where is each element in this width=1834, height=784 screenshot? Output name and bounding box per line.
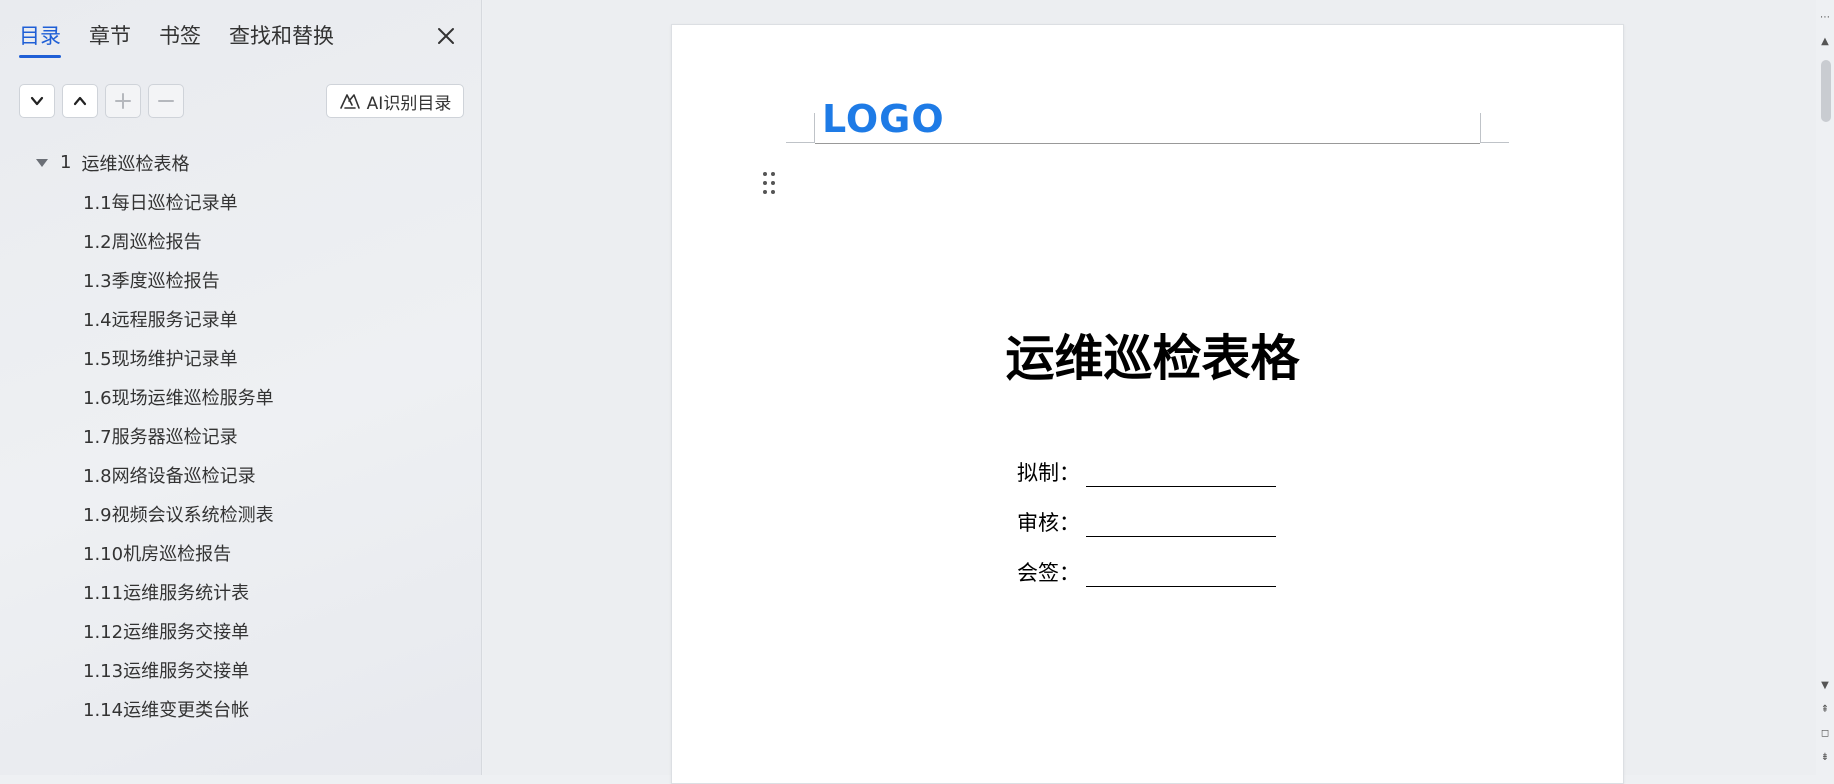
toc-item[interactable]: 1.1每日巡检记录单 [0,182,480,221]
header-logo: LOGO [822,97,945,141]
toc-item-root[interactable]: 1 运维巡检表格 [0,143,480,182]
sign-field-label: 审核： [1017,511,1080,535]
toc-item[interactable]: 1.10机房巡检报告 [0,533,480,572]
toc-item[interactable]: 1.13运维服务交接单 [0,650,480,689]
vertical-scrollbar[interactable]: ⋯ ▲ ▼ ⇞ ◻ ⇟ [1816,0,1834,775]
toc-item[interactable]: 1.4远程服务记录单 [0,299,480,338]
close-pane-button[interactable] [432,22,460,50]
sign-field-line[interactable] [1086,461,1276,487]
toc-root-label: 运维巡检表格 [81,153,190,175]
toc-item[interactable]: 1.9视频会议系统检测表 [0,494,480,533]
ai-recognize-toc-button[interactable]: AI识别目录 [326,84,464,118]
toc-item[interactable]: 1.6现场运维巡检服务单 [0,377,480,416]
remove-heading-button[interactable] [148,84,184,118]
tab-bookmarks[interactable]: 书签 [159,20,201,58]
navigation-pane: 目录 章节 书签 查找和替换 AI识别目录 1 运维巡检表格 1.1每日巡检记录… [0,0,482,775]
scroll-up-icon[interactable]: ▲ [1818,36,1832,48]
ai-button-label: AI识别目录 [366,93,452,114]
toc-item[interactable]: 1.5现场维护记录单 [0,338,480,377]
close-icon [438,28,454,44]
nav-tabs: 目录 章节 书签 查找和替换 [19,20,334,58]
caret-down-icon[interactable] [36,158,48,167]
collapse-all-button[interactable] [62,84,98,118]
document-canvas[interactable]: LOGO 运维巡检表格 拟制： 审核： 会签： [483,0,1816,784]
next-page-icon[interactable]: ⇟ [1818,752,1832,764]
sign-field-draft: 拟制： [1017,457,1276,487]
scroll-down-icon[interactable]: ▼ [1818,680,1832,692]
add-heading-button[interactable] [105,84,141,118]
chevron-down-icon [30,96,44,106]
drag-handle-icon[interactable] [762,171,776,195]
toc-item[interactable]: 1.14运维变更类台帐 [0,689,480,728]
header-rule [815,143,1480,144]
select-browse-object-icon[interactable]: ◻ [1818,728,1832,740]
toc-item[interactable]: 1.2周巡检报告 [0,221,480,260]
document-page[interactable]: LOGO 运维巡检表格 拟制： 审核： 会签： [671,24,1624,784]
sign-field-line[interactable] [1086,561,1276,587]
sign-field-label: 拟制： [1017,461,1080,485]
toc-root-number: 1 [60,152,72,173]
toc-item[interactable]: 1.12运维服务交接单 [0,611,480,650]
expand-all-button[interactable] [19,84,55,118]
toc-item[interactable]: 1.11运维服务统计表 [0,572,480,611]
sign-field-line[interactable] [1086,511,1276,537]
ai-icon [339,94,360,109]
plus-icon [115,93,131,109]
sign-field-countersign: 会签： [1017,557,1276,587]
document-title: 运维巡检表格 [1005,330,1300,387]
tab-toc[interactable]: 目录 [19,20,61,58]
toc-tree: 1 运维巡检表格 1.1每日巡检记录单 1.2周巡检报告 1.3季度巡检报告 1… [0,143,480,728]
toc-toolbar [19,84,184,118]
header-corner-mark [786,113,815,143]
toc-item[interactable]: 1.7服务器巡检记录 [0,416,480,455]
minus-icon [158,100,174,102]
scrollbar-thumb[interactable] [1821,60,1831,122]
previous-page-icon[interactable]: ⇞ [1818,704,1832,716]
split-view-icon[interactable]: ⋯ [1818,12,1832,24]
toc-item[interactable]: 1.8网络设备巡检记录 [0,455,480,494]
header-corner-mark [1480,113,1509,143]
tab-chapters[interactable]: 章节 [89,20,131,58]
chevron-up-icon [73,96,87,106]
toc-item[interactable]: 1.3季度巡检报告 [0,260,480,299]
sign-field-label: 会签： [1017,561,1080,585]
sign-field-review: 审核： [1017,507,1276,537]
tab-find-replace[interactable]: 查找和替换 [229,20,334,58]
